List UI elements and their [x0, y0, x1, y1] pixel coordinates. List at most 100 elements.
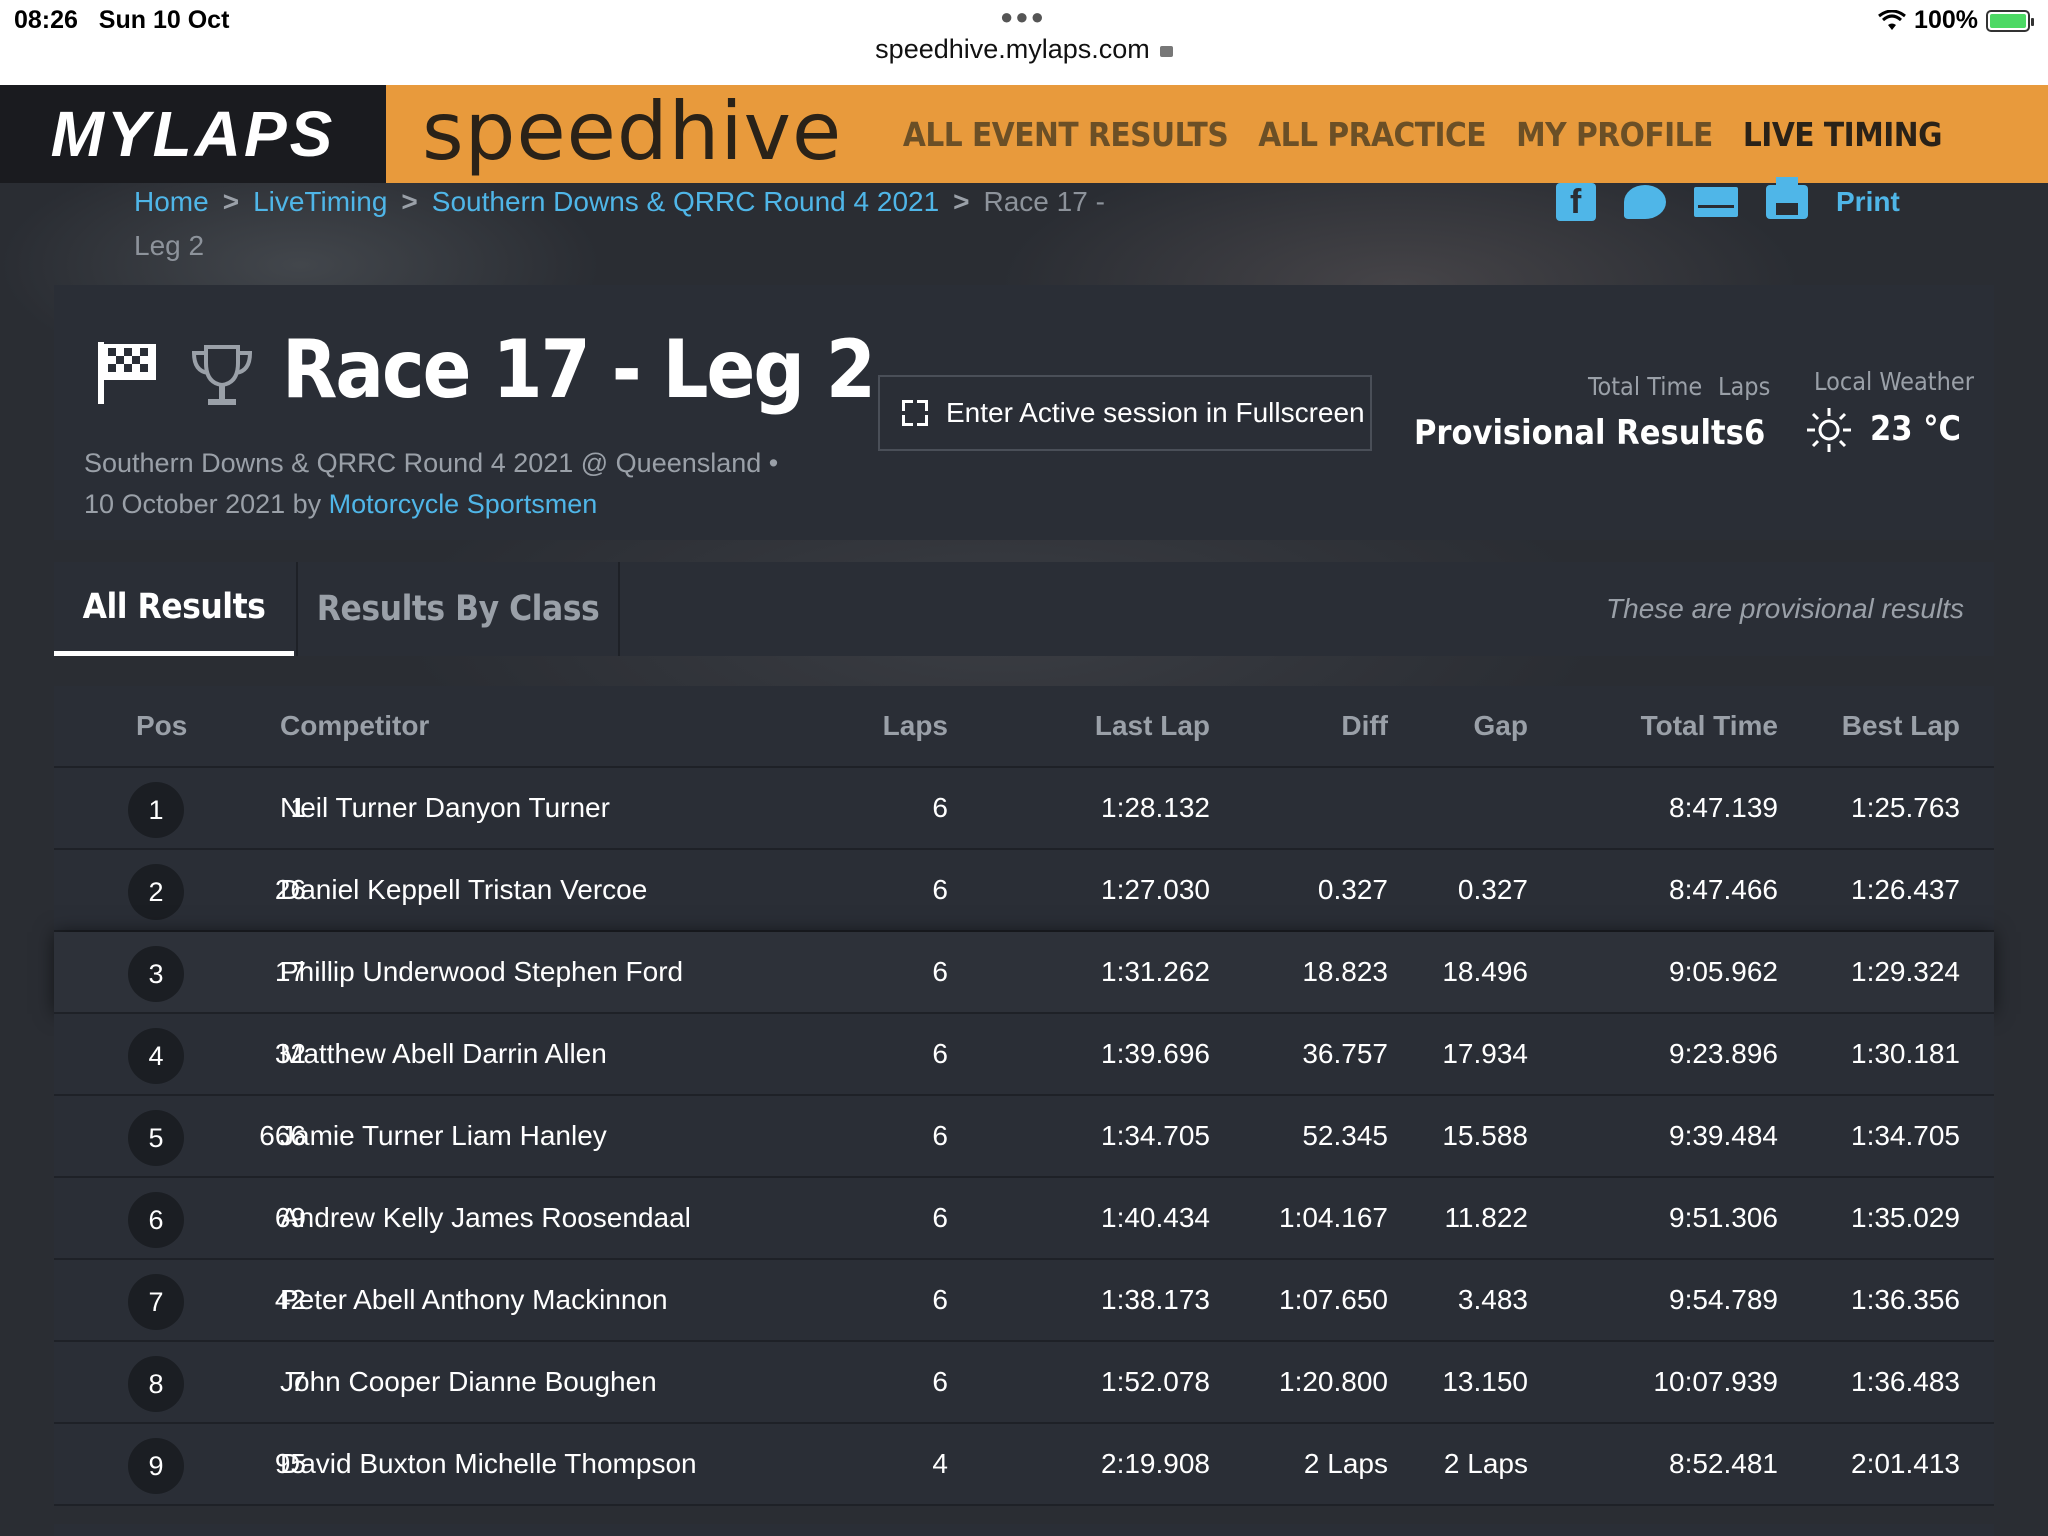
competitor-name: John Cooper Dianne Boughen	[280, 1366, 657, 1397]
laps-cell: 6	[932, 1366, 948, 1397]
table-row[interactable]: 3 17 Phillip Underwood Stephen Ford 6 1:…	[54, 932, 1994, 1014]
position-badge: 7	[128, 1274, 184, 1330]
total-time-cell: 8:52.481	[1669, 1448, 1778, 1479]
session-subtitle: Southern Downs & QRRC Round 4 2021 @ Que…	[84, 443, 864, 525]
laps-label: Laps	[1718, 372, 1771, 401]
nav-all-practice[interactable]: ALL PRACTICE	[1258, 115, 1486, 154]
table-row[interactable]: 5 666 Jamie Turner Liam Hanley 6 1:34.70…	[54, 1096, 1994, 1178]
diff-cell: 2 Laps	[1303, 1448, 1388, 1479]
position-badge: 8	[128, 1356, 184, 1412]
competitor-name: Phillip Underwood Stephen Ford	[280, 956, 684, 987]
gap-cell: 15.588	[1442, 1120, 1528, 1151]
tab-results-by-class[interactable]: Results By Class	[296, 562, 620, 656]
laps-cell: 6	[932, 1284, 948, 1315]
table-row[interactable]: 8 7 John Cooper Dianne Boughen 6 1:52.07…	[54, 1342, 1994, 1424]
fullscreen-icon	[902, 400, 928, 426]
total-time-cell: 8:47.466	[1669, 874, 1778, 905]
total-time-cell: 9:51.306	[1669, 1202, 1778, 1233]
breadcrumb-event[interactable]: Southern Downs & QRRC Round 4 2021	[432, 186, 939, 217]
position-badge: 9	[128, 1438, 184, 1494]
total-time-cell: 9:39.484	[1669, 1120, 1778, 1151]
gap-cell	[1394, 768, 1528, 848]
mail-icon[interactable]	[1694, 187, 1738, 217]
facebook-icon[interactable]	[1556, 183, 1596, 222]
diff-cell: 1:07.650	[1279, 1284, 1388, 1315]
session-title: Race 17 - Leg 2	[282, 323, 876, 416]
table-row[interactable]: 4 32 Matthew Abell Darrin Allen 6 1:39.6…	[54, 1014, 1994, 1096]
gap-cell: 11.822	[1444, 1202, 1528, 1233]
fullscreen-button[interactable]: Enter Active session in Fullscreen	[878, 375, 1372, 451]
header-total-time[interactable]: Total Time	[1534, 686, 1778, 766]
laps-cell: 6	[932, 1120, 948, 1151]
results-table: Pos Competitor Laps Last Lap Diff Gap To…	[54, 686, 1994, 1506]
diff-cell: 1:20.800	[1279, 1366, 1388, 1397]
total-time-label: Total Time	[1588, 372, 1703, 401]
header-gap[interactable]: Gap	[1394, 686, 1528, 766]
weather-label: Local Weather	[1814, 367, 1974, 396]
header-pos[interactable]: Pos	[136, 686, 236, 766]
address-bar[interactable]: speedhive.mylaps.com	[0, 34, 2048, 65]
mylaps-logo-text: MYLAPS	[50, 98, 336, 170]
best-lap-cell: 1:34.705	[1851, 1120, 1960, 1151]
breadcrumb-home[interactable]: Home	[134, 186, 209, 217]
header-diff[interactable]: Diff	[1234, 686, 1388, 766]
laps-cell: 6	[932, 956, 948, 987]
nav-all-event-results[interactable]: ALL EVENT RESULTS	[903, 115, 1229, 154]
chevron-right-icon: >	[222, 186, 240, 217]
nav-links: ALL EVENT RESULTS ALL PRACTICE MY PROFIL…	[903, 115, 1943, 154]
table-row[interactable]: 7 42 Peter Abell Anthony Mackinnon 6 1:3…	[54, 1260, 1994, 1342]
total-time-cell: 9:23.896	[1669, 1038, 1778, 1069]
ios-status-bar: 08:26 Sun 10 Oct ●●● speedhive.mylaps.co…	[0, 0, 2048, 85]
breadcrumb-current-cont: Leg 2	[134, 230, 205, 261]
total-time-cell: 9:54.789	[1669, 1284, 1778, 1315]
last-lap-cell: 1:31.262	[1101, 956, 1210, 987]
nav-live-timing[interactable]: LIVE TIMING	[1743, 115, 1943, 154]
gap-cell: 17.934	[1442, 1038, 1528, 1069]
gap-cell: 18.496	[1442, 956, 1528, 987]
speedhive-logo[interactable]: speedhive	[422, 85, 842, 178]
diff-cell: 36.757	[1302, 1038, 1388, 1069]
header-laps[interactable]: Laps	[794, 686, 948, 766]
laps-value: 6	[1744, 413, 1766, 453]
nav-my-profile[interactable]: MY PROFILE	[1516, 115, 1713, 154]
header-last-lap[interactable]: Last Lap	[1014, 686, 1210, 766]
table-row[interactable]: 9 95 David Buxton Michelle Thompson 4 2:…	[54, 1424, 1994, 1506]
best-lap-cell: 1:26.437	[1851, 874, 1960, 905]
competitor-name: David Buxton Michelle Thompson	[280, 1448, 697, 1479]
battery-icon	[1986, 9, 2034, 32]
breadcrumb-livetiming[interactable]: LiveTiming	[253, 186, 387, 217]
header-competitor[interactable]: Competitor	[280, 686, 840, 766]
share-bar: Print	[1556, 177, 1900, 224]
best-lap-cell: 1:35.029	[1851, 1202, 1960, 1233]
competitor-name: Daniel Keppell Tristan Vercoe	[280, 874, 648, 905]
table-header: Pos Competitor Laps Last Lap Diff Gap To…	[54, 686, 1994, 768]
tab-all-results[interactable]: All Results	[54, 562, 294, 656]
top-nav: MYLAPS speedhive ALL EVENT RESULTS ALL P…	[0, 85, 2048, 183]
laps-cell: 6	[932, 874, 948, 905]
last-lap-cell: 1:39.696	[1101, 1038, 1210, 1069]
header-best-lap[interactable]: Best Lap	[1774, 686, 1960, 766]
trophy-icon	[191, 345, 253, 405]
best-lap-cell: 1:30.181	[1851, 1038, 1960, 1069]
mylaps-logo[interactable]: MYLAPS	[0, 85, 386, 183]
twitter-icon[interactable]	[1624, 185, 1666, 219]
last-lap-cell: 1:34.705	[1101, 1120, 1210, 1151]
table-row[interactable]: 1 1 Neil Turner Danyon Turner 6 1:28.132…	[54, 768, 1994, 850]
best-lap-cell: 1:36.483	[1851, 1366, 1960, 1397]
last-lap-cell: 1:52.078	[1101, 1366, 1210, 1397]
table-row[interactable]: 6 69 Andrew Kelly James Roosendaal 6 1:4…	[54, 1178, 1994, 1260]
last-lap-cell: 1:38.173	[1101, 1284, 1210, 1315]
last-lap-cell: 1:27.030	[1101, 874, 1210, 905]
print-link[interactable]: Print	[1836, 186, 1900, 218]
provisional-note: These are provisional results	[1606, 593, 1964, 624]
table-row[interactable]: 2 26 Daniel Keppell Tristan Vercoe 6 1:2…	[54, 850, 1994, 932]
laps-cell: 6	[932, 1202, 948, 1233]
more-dots-icon[interactable]: ●●●	[1000, 4, 1046, 30]
best-lap-cell: 2:01.413	[1851, 1448, 1960, 1479]
printer-icon[interactable]	[1766, 177, 1808, 219]
total-time-cell: 10:07.939	[1653, 1366, 1778, 1397]
organizer-link[interactable]: Motorcycle Sportsmen	[329, 489, 598, 519]
position-badge: 2	[128, 864, 184, 920]
battery-percent: 100%	[1914, 6, 1978, 34]
checkered-flag-icon	[98, 342, 156, 404]
